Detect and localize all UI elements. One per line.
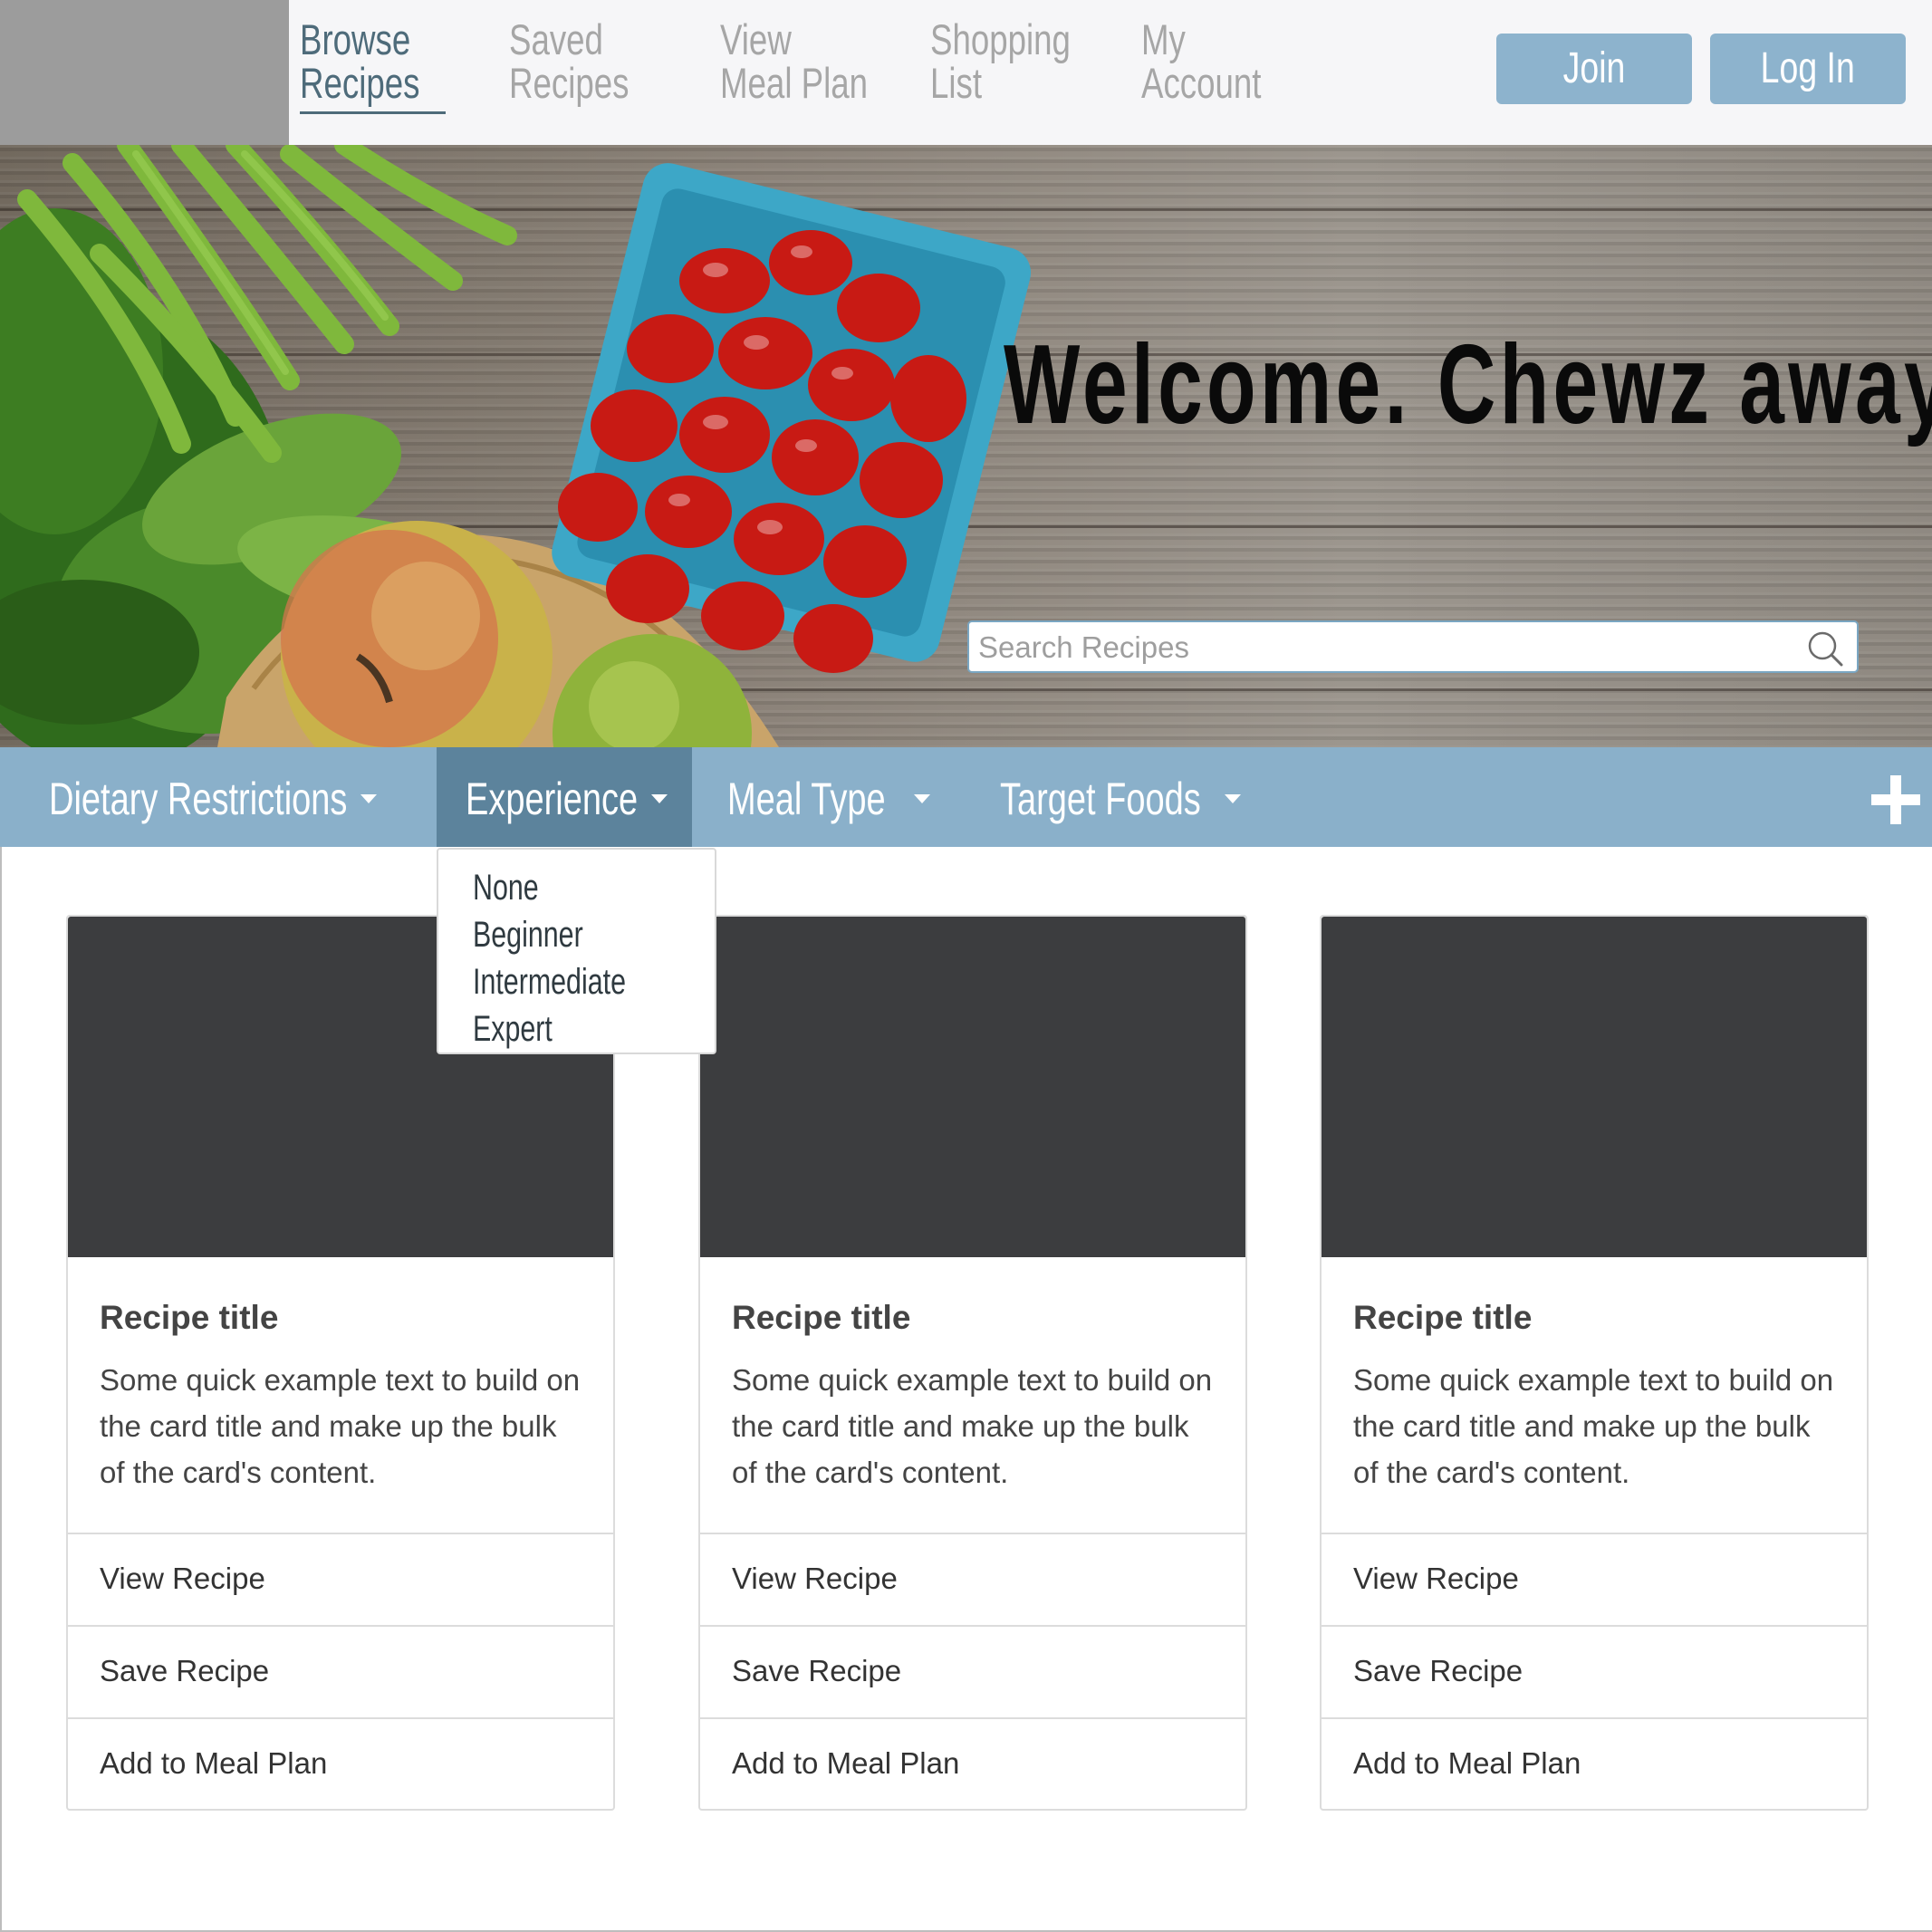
nav-label-line: My [1141, 15, 1186, 63]
filter-label: Meal Type [727, 774, 886, 824]
logo-placeholder[interactable] [0, 0, 289, 145]
join-button[interactable]: Join [1496, 34, 1692, 104]
filter-label: Dietary Restrictions [49, 774, 348, 824]
experience-dropdown-menu: None Beginner Intermediate Expert [437, 848, 716, 1054]
active-nav-underline [300, 111, 446, 114]
login-button-label: Log In [1760, 44, 1856, 92]
nav-label-line: List [930, 59, 983, 107]
recipe-image-placeholder [700, 917, 1245, 1257]
recipe-description: Some quick example text to build on the … [100, 1363, 581, 1489]
nav-label-line: Account [1141, 59, 1262, 107]
dropdown-option-intermediate[interactable]: Intermediate [473, 960, 626, 1004]
recipe-description: Some quick example text to build on the … [732, 1363, 1213, 1489]
filter-target-foods[interactable]: Target Foods [978, 747, 1259, 847]
nav-view-meal-plan[interactable]: View Meal Plan [720, 18, 876, 105]
search-input[interactable] [978, 628, 1793, 668]
nav-label-line: View [720, 15, 792, 63]
filter-bar: Dietary Restrictions Experience Meal Typ… [0, 747, 1932, 847]
nav-label-line: Meal Plan [720, 59, 869, 107]
action-label: Save Recipe [100, 1654, 270, 1687]
add-to-meal-plan-link[interactable]: Add to Meal Plan [68, 1717, 613, 1810]
action-label: View Recipe [1353, 1562, 1519, 1595]
nav-shopping-list[interactable]: Shopping List [930, 18, 1086, 105]
view-recipe-link[interactable]: View Recipe [68, 1533, 613, 1625]
action-label: Save Recipe [732, 1654, 902, 1687]
nav-label-line: Browse [300, 15, 411, 63]
top-navigation: Browse Recipes Saved Recipes View Meal P… [0, 0, 1932, 145]
chevron-down-icon [1225, 794, 1241, 803]
nav-label-line: Recipes [509, 59, 630, 107]
add-to-meal-plan-link[interactable]: Add to Meal Plan [1322, 1717, 1867, 1810]
save-recipe-link[interactable]: Save Recipe [68, 1625, 613, 1717]
dropdown-option-beginner[interactable]: Beginner [473, 913, 583, 956]
filter-dietary-restrictions[interactable]: Dietary Restrictions [0, 747, 426, 847]
recipe-card: Recipe title Some quick example text to … [1320, 915, 1869, 1811]
filter-experience[interactable]: Experience [437, 747, 692, 847]
filter-label: Target Foods [1000, 774, 1201, 824]
action-label: Save Recipe [1353, 1654, 1523, 1687]
action-label: Add to Meal Plan [1353, 1746, 1581, 1780]
recipe-card: Recipe title Some quick example text to … [698, 915, 1247, 1811]
nav-label-line: Recipes [300, 59, 420, 107]
produce-image [0, 145, 1032, 747]
hero-banner: Welcome. Chewz away! [0, 145, 1932, 747]
dropdown-option-none[interactable]: None [473, 866, 539, 909]
filter-label: Experience [466, 774, 639, 824]
join-button-label: Join [1562, 44, 1626, 92]
recipe-description: Some quick example text to build on the … [1353, 1363, 1834, 1489]
save-recipe-link[interactable]: Save Recipe [1322, 1625, 1867, 1717]
search-icon[interactable] [1806, 630, 1844, 668]
nav-browse-recipes[interactable]: Browse Recipes [300, 18, 456, 105]
dropdown-option-expert[interactable]: Expert [473, 1007, 553, 1051]
save-recipe-link[interactable]: Save Recipe [700, 1625, 1245, 1717]
nav-saved-recipes[interactable]: Saved Recipes [509, 18, 665, 105]
nav-label-line: Shopping [930, 15, 1071, 63]
action-label: Add to Meal Plan [732, 1746, 960, 1780]
action-label: Add to Meal Plan [100, 1746, 328, 1780]
recipe-title: Recipe title [100, 1299, 279, 1336]
action-label: View Recipe [732, 1562, 898, 1595]
view-recipe-link[interactable]: View Recipe [700, 1533, 1245, 1625]
nav-label-line: Saved [509, 15, 603, 63]
plus-icon[interactable] [1871, 775, 1920, 824]
action-label: View Recipe [100, 1562, 265, 1595]
search-bar [967, 620, 1859, 673]
recipe-title: Recipe title [732, 1299, 911, 1336]
chevron-down-icon [651, 794, 668, 803]
chevron-down-icon [360, 794, 377, 803]
page-border [0, 847, 2, 1932]
add-to-meal-plan-link[interactable]: Add to Meal Plan [700, 1717, 1245, 1810]
nav-my-account[interactable]: My Account [1141, 18, 1297, 105]
recipe-image-placeholder [1322, 917, 1867, 1257]
filter-meal-type[interactable]: Meal Type [702, 747, 956, 847]
view-recipe-link[interactable]: View Recipe [1322, 1533, 1867, 1625]
chevron-down-icon [914, 794, 930, 803]
login-button[interactable]: Log In [1710, 34, 1906, 104]
welcome-heading: Welcome. Chewz away! [1004, 322, 1932, 447]
recipe-title: Recipe title [1353, 1299, 1533, 1336]
